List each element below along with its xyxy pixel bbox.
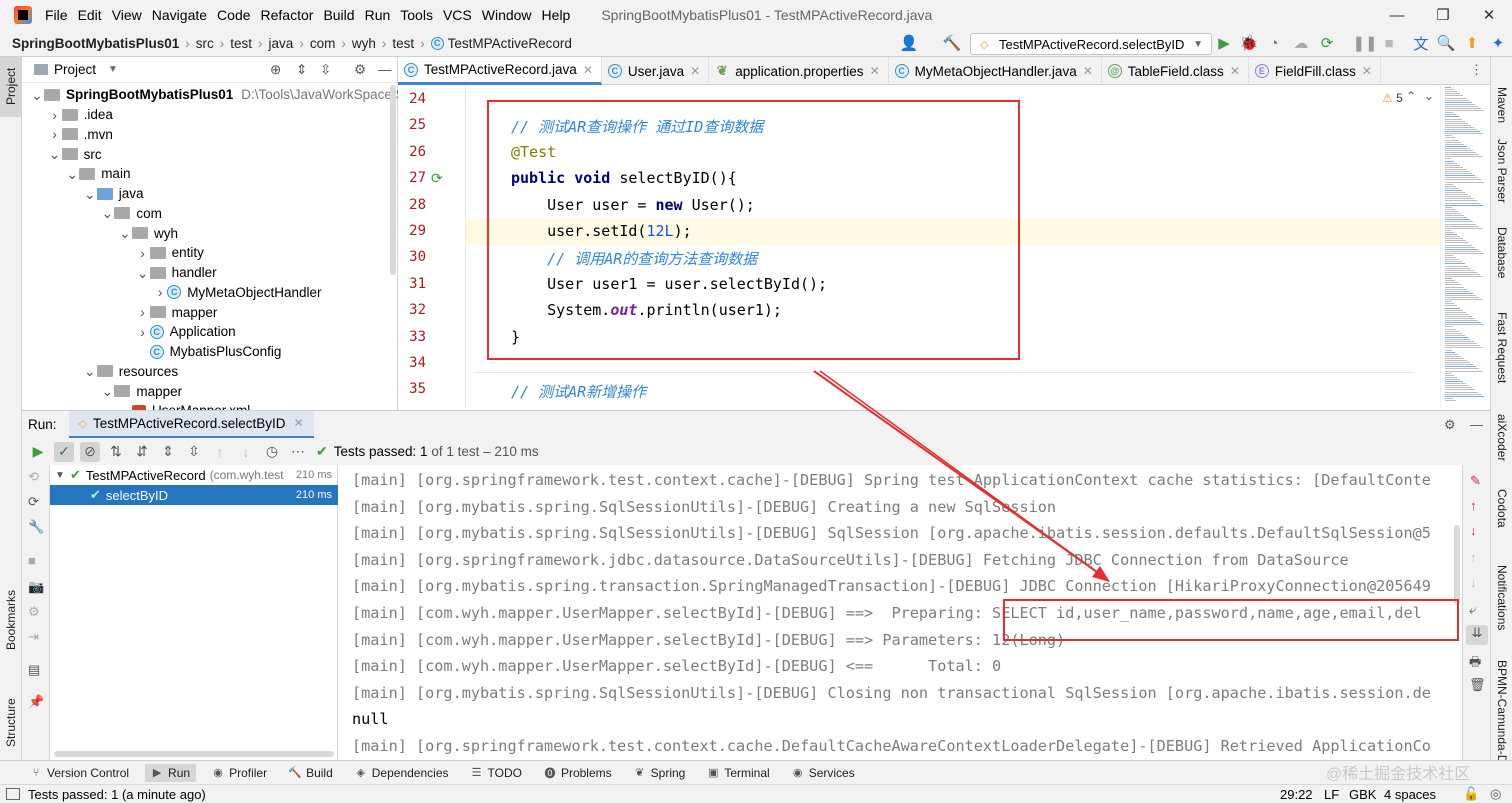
watermark: @稀土掘金技术社区 (1326, 766, 1471, 783)
annotation-arrow (813, 370, 1110, 582)
problems-icon: ⓿ (544, 767, 556, 780)
tool-window-terminal[interactable]: ▣ Terminal (707, 766, 770, 780)
lock-icon[interactable]: 🔓 (1463, 786, 1479, 802)
tool-window-problems[interactable]: ⓿ Problems (544, 766, 611, 780)
tool-window-todo[interactable]: ☰ TODO (471, 766, 522, 780)
tool-window-spring[interactable]: ❦ Spring (634, 766, 685, 780)
git-icon[interactable]: ◎ (1490, 786, 1501, 802)
terminal-icon: ▣ (708, 767, 719, 779)
run-icon: ▶ (152, 767, 162, 779)
tool-window-version-control[interactable]: ⑂ Version Control (30, 766, 129, 780)
bottom-tool-bar: ⑂ Version Control ▶ Run ◉ Profiler 🔨 Build ◈ Depe… (0, 760, 1512, 784)
build-icon: 🔨 (288, 767, 302, 779)
tool-window-profiler[interactable]: ◉ Profiler (212, 766, 267, 780)
file-encoding[interactable]: GBK (1349, 787, 1376, 802)
version-control-icon: ⑂ (32, 766, 40, 779)
caret-position[interactable]: 29:22 (1280, 787, 1313, 802)
spring-icon: ❦ (635, 767, 645, 779)
line-separator[interactable]: LF (1324, 787, 1339, 802)
todo-icon: ☰ (471, 767, 482, 779)
tool-window-dependencies[interactable]: ◈ Dependencies (355, 766, 449, 780)
services-icon: ◉ (792, 767, 803, 779)
status-bar: Tests passed: 1 (a minute ago) 29:22 LF … (0, 784, 1512, 803)
tool-window-build[interactable]: 🔨 Build (288, 766, 333, 780)
status-message: Tests passed: 1 (a minute ago) (28, 786, 206, 802)
dependencies-icon: ◈ (356, 767, 365, 779)
status-panel-icon[interactable] (6, 788, 20, 800)
indent-setting[interactable]: 4 spaces (1384, 787, 1436, 802)
tool-window-run[interactable]: ▶ Run (145, 763, 197, 782)
profiler-icon: ◉ (213, 767, 223, 779)
tool-window-services[interactable]: ◉ Services (792, 766, 855, 780)
